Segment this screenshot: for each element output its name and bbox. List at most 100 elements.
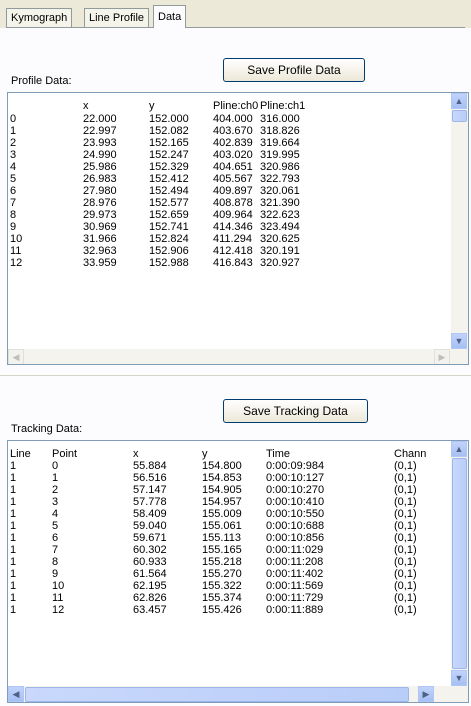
table-cell: 60.302 [133,544,167,556]
tab-kymograph[interactable]: Kymograph [6,8,73,27]
table-cell: 1 [10,125,17,137]
table-cell: 0:00:10:856 [266,532,325,544]
tab-data[interactable]: Data [153,5,187,28]
table-cell: 0 [52,460,59,472]
table-cell: 63.457 [133,604,167,616]
table-cell: 154.853 [202,472,242,484]
table-cell: 5 [10,173,17,185]
table-cell: 411.294 [213,233,252,245]
table-cell: 27.980 [83,185,117,197]
table-cell: 55.884 [133,460,167,472]
save-profile-data-button[interactable]: Save Profile Data [223,58,365,82]
tracking-horizontal-scrollbar[interactable]: ◀ ▶ [8,686,468,702]
table-cell: 152.659 [149,209,189,221]
table-cell: (0,1) [394,472,417,484]
table-cell: 404.000 [213,113,253,125]
table-cell: 322.793 [260,173,300,185]
table-cell: 319.664 [260,137,300,149]
table-cell: 2 [52,484,59,496]
scroll-left-icon[interactable]: ◀ [8,686,24,702]
column-header: Point [52,448,78,460]
table-cell: 414.346 [213,221,253,233]
table-cell: 155.426 [202,604,242,616]
scroll-up-icon[interactable]: ▲ [451,93,467,109]
profile-horizontal-scrollbar[interactable]: ◀ ▶ [8,349,468,364]
tab-line-profile[interactable]: Line Profile [84,8,150,27]
table-cell: 316.000 [260,113,300,125]
table-cell: 320.191 [260,245,300,257]
tracking-data-list[interactable]: Line Point x y Time Chann 1 0 55.884 154.800 0:00:… [7,440,469,703]
table-cell: 1 [10,544,17,556]
table-cell: (0,1) [394,508,417,520]
table-cell: 0:00:09:984 [266,460,325,472]
table-cell: 3 [52,496,59,508]
table-cell: 10 [10,233,23,245]
scroll-right-icon[interactable]: ▶ [434,349,450,364]
column-header: Chann [394,448,427,460]
table-cell: 1 [52,472,59,484]
column-header: Pline:ch1 [260,100,306,112]
tracking-vertical-scrollbar[interactable]: ▲ ▼ [451,441,468,686]
table-cell: 28.976 [83,197,117,209]
save-tracking-data-button[interactable]: Save Tracking Data [223,399,368,423]
table-cell: 318.826 [260,125,300,137]
table-cell: 8 [52,556,59,568]
table-cell: 5 [52,520,59,532]
table-cell: (0,1) [394,592,417,604]
table-cell: 6 [10,185,17,197]
scroll-right-icon[interactable]: ▶ [418,686,434,702]
profile-scroll-thumb[interactable] [452,110,467,122]
table-cell: 323.494 [260,221,300,233]
scroll-down-icon[interactable]: ▼ [451,670,467,686]
table-cell: 155.009 [202,508,242,520]
table-cell: 61.564 [133,568,167,580]
table-cell: 22.000 [83,113,117,125]
table-cell: (0,1) [394,520,417,532]
table-cell: 154.905 [202,484,242,496]
column-header: Time [266,448,291,460]
table-cell: 25.986 [83,161,117,173]
profile-vertical-scrollbar[interactable]: ▲ ▼ [451,93,468,349]
table-cell: 0:00:11:208 [266,556,324,568]
scroll-down-icon[interactable]: ▼ [451,333,467,349]
section-divider [0,375,471,376]
table-cell: (0,1) [394,496,417,508]
table-cell: 402.839 [213,137,253,149]
table-cell: 33.959 [83,257,117,269]
table-cell: 320.061 [260,185,300,197]
table-cell: 0:00:10:127 [266,472,325,484]
table-cell: 152.906 [149,245,189,257]
table-cell: 1 [10,592,17,604]
table-cell: 62.195 [133,580,167,592]
table-cell: 7 [52,544,59,556]
table-cell: 0:00:11:889 [266,604,324,616]
table-cell: (0,1) [394,568,417,580]
tracking-hscroll-thumb[interactable] [25,687,409,702]
table-cell: 320.927 [260,257,300,269]
scroll-up-icon[interactable]: ▲ [451,441,467,457]
table-cell: 2 [10,137,17,149]
table-cell: 152.000 [149,113,189,125]
table-cell: 412.418 [213,245,253,257]
scroll-left-icon[interactable]: ◀ [8,349,24,364]
table-cell: 1 [10,604,17,616]
column-header: x [133,448,139,460]
table-cell: 320.625 [260,233,300,245]
table-cell: 10 [52,580,65,592]
table-cell: 319.995 [260,149,300,161]
table-cell: 1 [10,568,17,580]
table-cell: 0:00:11:402 [266,568,324,580]
table-cell: 9 [10,221,17,233]
table-cell: 29.973 [83,209,117,221]
table-cell: 322.623 [260,209,300,221]
table-cell: 154.800 [202,460,242,472]
table-cell: (0,1) [394,532,417,544]
profile-data-list[interactable]: x y Pline:ch0 Pline:ch1 0 22.000 152.000 404.00… [7,92,469,365]
table-cell: 58.409 [133,508,167,520]
table-cell: 1 [10,496,17,508]
table-cell: 11 [10,245,22,257]
table-cell: 8 [10,209,17,221]
table-cell: (0,1) [394,544,417,556]
table-cell: 0:00:11:029 [266,544,324,556]
tracking-scroll-thumb[interactable] [452,458,467,669]
